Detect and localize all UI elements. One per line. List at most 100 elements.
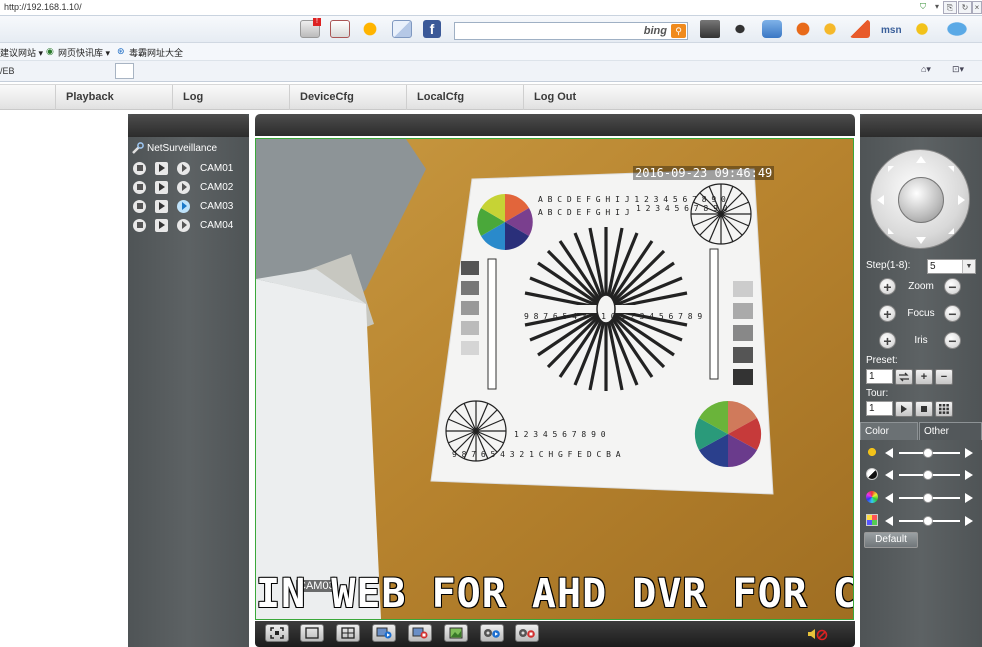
- camera-row-cam03[interactable]: CAM03: [133, 198, 233, 214]
- decrease-icon[interactable]: [885, 516, 893, 526]
- url-text[interactable]: http://192.168.1.10/: [4, 2, 82, 12]
- decrease-icon[interactable]: [885, 493, 893, 503]
- ptz-direction-pad[interactable]: [870, 149, 970, 249]
- increase-icon[interactable]: [965, 470, 973, 480]
- focus-near-button[interactable]: +: [879, 305, 896, 322]
- ptz-down-right-icon[interactable]: [948, 228, 954, 234]
- play-circle-active-icon[interactable]: [177, 199, 190, 213]
- zoom-out-button[interactable]: −: [944, 278, 961, 295]
- slider-knob[interactable]: [923, 448, 933, 458]
- ptz-up-left-icon[interactable]: [888, 166, 894, 172]
- fullscreen-icon[interactable]: [265, 624, 289, 642]
- ptz-down-icon[interactable]: [916, 237, 926, 244]
- tab-color[interactable]: Color: [860, 422, 918, 440]
- stop-all-icon[interactable]: [408, 624, 432, 642]
- tour-play-icon[interactable]: [895, 401, 913, 417]
- increase-icon[interactable]: [965, 448, 973, 458]
- ptz-center-button[interactable]: [898, 177, 944, 223]
- nav-localcfg[interactable]: LocalCfg: [406, 85, 523, 110]
- camera-row-cam01[interactable]: CAM01: [133, 160, 233, 176]
- play-icon[interactable]: [155, 199, 168, 213]
- slider-knob[interactable]: [923, 516, 933, 526]
- nav-log[interactable]: Log: [172, 85, 289, 110]
- fish-icon[interactable]: [730, 20, 750, 38]
- dropdown-icon[interactable]: ▾: [930, 1, 944, 14]
- tree-root[interactable]: NetSurveillance: [131, 140, 217, 156]
- ptz-down-left-icon[interactable]: [888, 228, 894, 234]
- orange-circle-icon[interactable]: [793, 20, 813, 38]
- contrast-slider[interactable]: [866, 468, 976, 482]
- preset-input[interactable]: 1: [866, 369, 893, 384]
- links-item-webslice[interactable]: 网页快讯库 ▾: [58, 46, 110, 59]
- mail-alert-icon[interactable]: !: [300, 18, 321, 38]
- email-icon[interactable]: [392, 20, 412, 38]
- step-select[interactable]: 5 ▼: [927, 259, 976, 274]
- weather-sun-icon[interactable]: [360, 20, 380, 38]
- camera-row-cam02[interactable]: CAM02: [133, 179, 233, 195]
- play-icon[interactable]: [155, 218, 168, 232]
- ptz-up-icon[interactable]: [916, 156, 926, 163]
- stop-record-icon[interactable]: [133, 180, 146, 194]
- links-item-suggested[interactable]: 建议网站 ▾: [0, 46, 43, 59]
- search-go-icon[interactable]: ⚲: [671, 24, 686, 38]
- nav-devicecfg[interactable]: DeviceCfg: [289, 85, 406, 110]
- video-view[interactable]: A B C D E F G H I J 1 2 3 4 5 6 7 8 9 0 …: [255, 138, 854, 620]
- printer-icon[interactable]: [700, 20, 720, 38]
- default-button[interactable]: Default: [864, 532, 918, 548]
- cloud-icon[interactable]: [944, 20, 970, 38]
- decrease-icon[interactable]: [885, 448, 893, 458]
- ptz-up-right-icon[interactable]: [948, 166, 954, 172]
- nav-logout[interactable]: Log Out: [523, 85, 640, 110]
- stop-record-icon[interactable]: [133, 199, 146, 213]
- home-icon[interactable]: ⌂▾: [921, 64, 931, 75]
- single-view-icon[interactable]: [300, 624, 324, 642]
- play-circle-icon[interactable]: [177, 218, 190, 232]
- tour-grid-icon[interactable]: [935, 401, 953, 417]
- address-bar[interactable]: http://192.168.1.10/ ⛉ ▾ ⎘ ↻ ×: [0, 0, 982, 16]
- preset-add-icon[interactable]: +: [915, 369, 933, 385]
- zoom-in-button[interactable]: +: [879, 278, 896, 295]
- thumbs-up-icon[interactable]: [762, 20, 782, 38]
- tab-other[interactable]: Other: [919, 422, 982, 440]
- stop-icon[interactable]: ×: [972, 1, 982, 14]
- refresh-icon[interactable]: ↻: [958, 1, 972, 14]
- preset-goto-icon[interactable]: [895, 369, 913, 385]
- record-play-icon[interactable]: [480, 624, 504, 642]
- play-all-icon[interactable]: [372, 624, 396, 642]
- feeds-icon[interactable]: ⊡▾: [952, 64, 964, 75]
- new-tab-button[interactable]: [115, 63, 134, 79]
- tour-stop-icon[interactable]: [915, 401, 933, 417]
- volume-icon[interactable]: [807, 627, 829, 641]
- quad-view-icon[interactable]: [336, 624, 360, 642]
- stop-record-icon[interactable]: [133, 218, 146, 232]
- slider-knob[interactable]: [923, 493, 933, 503]
- search-box[interactable]: bing ⚲: [454, 22, 688, 40]
- stop-record-icon[interactable]: [133, 161, 146, 175]
- ptz-right-icon[interactable]: [958, 195, 965, 205]
- increase-icon[interactable]: [965, 516, 973, 526]
- weather-icon[interactable]: [822, 20, 842, 38]
- decrease-icon[interactable]: [885, 470, 893, 480]
- compat-view-icon[interactable]: ⎘: [943, 1, 957, 14]
- nav-playback[interactable]: Playback: [55, 85, 172, 110]
- facebook-icon[interactable]: f: [423, 20, 441, 38]
- focus-far-button[interactable]: −: [944, 305, 961, 322]
- tour-input[interactable]: 1: [866, 401, 893, 416]
- home-shop-icon[interactable]: [850, 20, 870, 38]
- increase-icon[interactable]: [965, 493, 973, 503]
- camera-row-cam04[interactable]: CAM04: [133, 217, 233, 233]
- security-icon[interactable]: ⛉: [916, 1, 930, 14]
- snapshot-icon[interactable]: [444, 624, 468, 642]
- saturation-slider[interactable]: [866, 491, 976, 505]
- ptz-left-icon[interactable]: [877, 195, 884, 205]
- preset-remove-icon[interactable]: −: [935, 369, 953, 385]
- record-stop-icon[interactable]: [515, 624, 539, 642]
- play-circle-icon[interactable]: [177, 180, 190, 194]
- slider-knob[interactable]: [923, 470, 933, 480]
- iris-open-button[interactable]: +: [879, 332, 896, 349]
- iris-close-button[interactable]: −: [944, 332, 961, 349]
- play-circle-icon[interactable]: [177, 161, 190, 175]
- hue-slider[interactable]: [866, 514, 976, 528]
- links-item-duba[interactable]: 毒霸网址大全: [129, 46, 183, 59]
- play-icon[interactable]: [155, 180, 168, 194]
